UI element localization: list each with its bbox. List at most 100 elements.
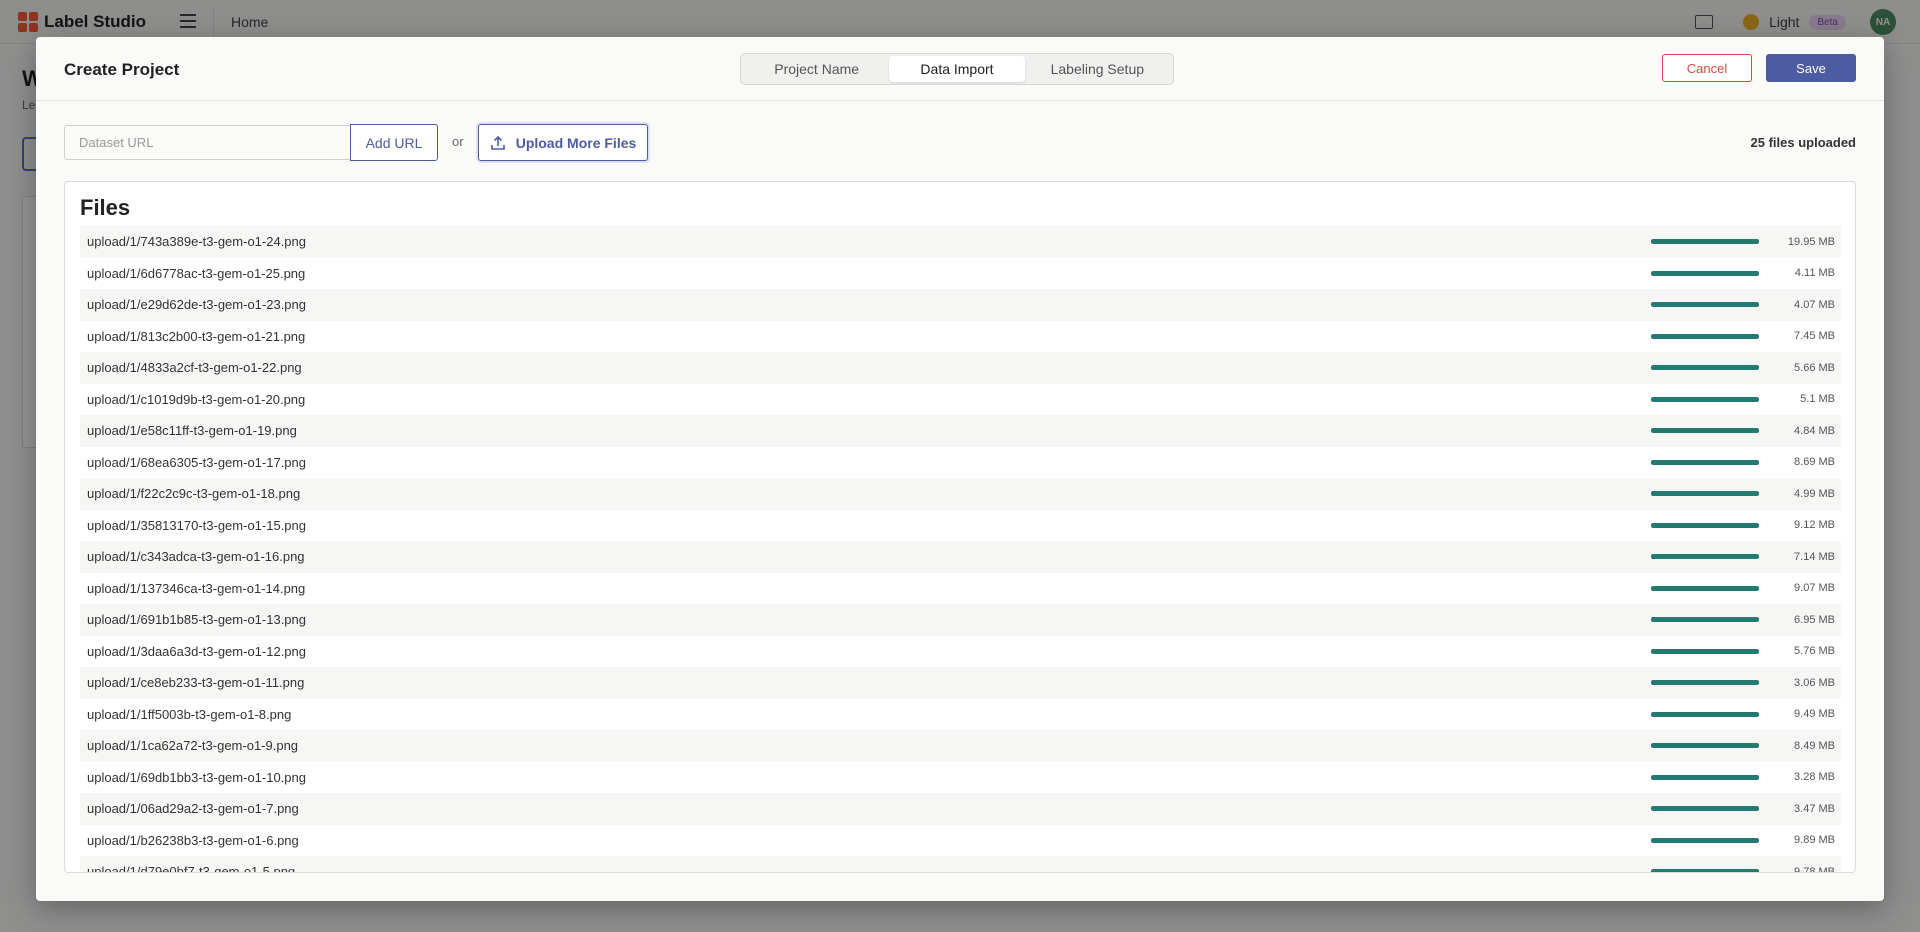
upload-progress-fill <box>1651 806 1759 811</box>
file-name: upload/1/35813170-t3-gem-o1-15.png <box>87 517 307 533</box>
upload-progress-fill <box>1651 774 1759 780</box>
file-name: upload/1/68ea6305-t3-gem-o1-17.png <box>87 454 307 470</box>
upload-progress-bar <box>1651 522 1759 528</box>
file-name: upload/1/1ff5003b-t3-gem-o1-8.png <box>87 706 292 722</box>
upload-progress-bar <box>1651 774 1759 780</box>
files-panel[interactable]: Files upload/1/743a389e-t3-gem-o1-24.png… <box>64 181 1856 873</box>
upload-progress-bar <box>1651 239 1759 244</box>
file-row: upload/1/1ca62a72-t3-gem-o1-9.png 8.49 MB <box>80 730 1841 762</box>
tab-data-import[interactable]: Data Import <box>889 56 1025 82</box>
file-size: 5.76 MB <box>1794 645 1835 658</box>
upload-progress-bar <box>1651 869 1759 872</box>
upload-progress-bar <box>1651 711 1759 717</box>
modal-header: Create Project Project Name Data Import … <box>36 37 1884 101</box>
file-list: upload/1/743a389e-t3-gem-o1-24.png 19.95 … <box>80 226 1841 873</box>
file-name: upload/1/743a389e-t3-gem-o1-24.png <box>87 234 307 250</box>
cancel-button[interactable]: Cancel <box>1662 54 1752 82</box>
file-size: 5.66 MB <box>1794 361 1835 374</box>
upload-label: Upload More Files <box>515 134 637 151</box>
file-name: upload/1/ce8eb233-t3-gem-o1-11.png <box>87 675 305 691</box>
add-url-button[interactable]: Add URL <box>350 124 438 161</box>
file-row: upload/1/69db1bb3-t3-gem-o1-10.png 3.28 M… <box>80 762 1841 794</box>
upload-progress-bar <box>1651 459 1759 465</box>
file-size: 6.95 MB <box>1794 613 1835 626</box>
file-name: upload/1/c343adca-t3-gem-o1-16.png <box>87 549 305 565</box>
file-size: 19.95 MB <box>1787 235 1835 248</box>
or-separator: or <box>452 134 464 149</box>
file-name: upload/1/f22c2c9c-t3-gem-o1-18.png <box>87 486 301 502</box>
file-row: upload/1/1ff5003b-t3-gem-o1-8.png 9.49 MB <box>80 699 1841 731</box>
tab-project-name[interactable]: Project Name <box>744 56 889 82</box>
upload-more-files-button[interactable]: Upload More Files <box>478 124 648 161</box>
upload-progress-bar <box>1651 585 1759 591</box>
file-name: upload/1/691b1b85-t3-gem-o1-13.png <box>87 612 307 628</box>
file-name: upload/1/e58c11ff-t3-gem-o1-19.png <box>87 423 297 439</box>
upload-progress-fill <box>1651 585 1759 591</box>
file-name: upload/1/813c2b00-t3-gem-o1-21.png <box>87 328 306 344</box>
upload-progress-fill <box>1651 711 1759 717</box>
file-size: 4.99 MB <box>1794 487 1835 500</box>
file-row: upload/1/68ea6305-t3-gem-o1-17.png 8.69 M… <box>80 447 1841 479</box>
file-size: 9.07 MB <box>1794 582 1835 595</box>
file-size: 5.1 MB <box>1800 393 1835 406</box>
upload-progress-bar <box>1651 837 1759 843</box>
file-row: upload/1/f22c2c9c-t3-gem-o1-18.png 4.99 M… <box>80 478 1841 510</box>
file-name: upload/1/06ad29a2-t3-gem-o1-7.png <box>87 801 299 817</box>
upload-progress-fill <box>1651 239 1759 244</box>
upload-progress-bar <box>1651 617 1759 622</box>
upload-progress-fill <box>1651 491 1759 496</box>
step-tabs: Project Name Data Import Labeling Setup <box>740 53 1174 85</box>
upload-progress-fill <box>1651 648 1759 654</box>
upload-progress-bar <box>1651 680 1759 685</box>
dataset-url-input[interactable] <box>64 125 351 160</box>
file-name: upload/1/d79e0bf7-t3-gem-o1-5.png <box>87 864 296 873</box>
save-button[interactable]: Save <box>1766 54 1856 82</box>
upload-progress-fill <box>1651 617 1759 622</box>
upload-progress-fill <box>1651 837 1759 843</box>
upload-progress-fill <box>1651 333 1759 339</box>
upload-progress-fill <box>1651 522 1759 528</box>
file-row: upload/1/6d6778ac-t3-gem-o1-25.png 4.11 M… <box>80 258 1841 290</box>
file-row: upload/1/06ad29a2-t3-gem-o1-7.png 3.47 MB <box>80 793 1841 825</box>
upload-progress-bar <box>1651 648 1759 654</box>
files-title: Files <box>80 195 131 220</box>
file-size: 9.78 MB <box>1794 865 1835 873</box>
file-name: upload/1/c1019d9b-t3-gem-o1-20.png <box>87 391 306 407</box>
file-name: upload/1/137346ca-t3-gem-o1-14.png <box>87 580 306 596</box>
upload-progress-bar <box>1651 491 1759 496</box>
file-size: 3.06 MB <box>1794 676 1835 689</box>
file-size: 7.14 MB <box>1794 550 1835 563</box>
file-row: upload/1/35813170-t3-gem-o1-15.png 9.12 M… <box>80 510 1841 542</box>
file-name: upload/1/6d6778ac-t3-gem-o1-25.png <box>87 265 306 281</box>
file-size: 9.89 MB <box>1794 834 1835 847</box>
file-name: upload/1/e29d62de-t3-gem-o1-23.png <box>87 297 307 313</box>
file-size: 9.49 MB <box>1794 708 1835 721</box>
upload-progress-fill <box>1651 459 1759 465</box>
file-size: 4.84 MB <box>1794 424 1835 437</box>
file-row: upload/1/4833a2cf-t3-gem-o1-22.png 5.66 M… <box>80 352 1841 384</box>
file-size: 8.69 MB <box>1794 456 1835 469</box>
upload-progress-fill <box>1651 680 1759 685</box>
upload-progress-bar <box>1651 333 1759 339</box>
upload-progress-bar <box>1651 743 1759 748</box>
upload-progress-bar <box>1651 270 1759 276</box>
tab-labeling-setup[interactable]: Labeling Setup <box>1025 56 1170 82</box>
file-size: 4.11 MB <box>1794 267 1835 280</box>
file-size: 3.47 MB <box>1794 802 1835 815</box>
file-row: upload/1/691b1b85-t3-gem-o1-13.png 6.95 M… <box>80 604 1841 636</box>
file-size: 8.49 MB <box>1794 739 1835 752</box>
upload-progress-bar <box>1651 554 1759 559</box>
upload-progress-fill <box>1651 743 1759 748</box>
file-row: upload/1/b26238b3-t3-gem-o1-6.png 9.89 MB <box>80 825 1841 857</box>
upload-icon <box>490 135 505 150</box>
modal-title: Create Project <box>64 60 180 79</box>
file-row: upload/1/d79e0bf7-t3-gem-o1-5.png 9.78 MB <box>80 856 1841 873</box>
upload-progress-fill <box>1651 396 1759 402</box>
upload-progress-bar <box>1651 396 1759 402</box>
upload-progress-fill <box>1651 428 1759 433</box>
file-row: upload/1/743a389e-t3-gem-o1-24.png 19.95 … <box>80 226 1841 258</box>
upload-progress-fill <box>1651 270 1759 276</box>
file-name: upload/1/69db1bb3-t3-gem-o1-10.png <box>87 769 307 785</box>
upload-progress-fill <box>1651 365 1759 370</box>
file-size: 7.45 MB <box>1794 330 1835 343</box>
